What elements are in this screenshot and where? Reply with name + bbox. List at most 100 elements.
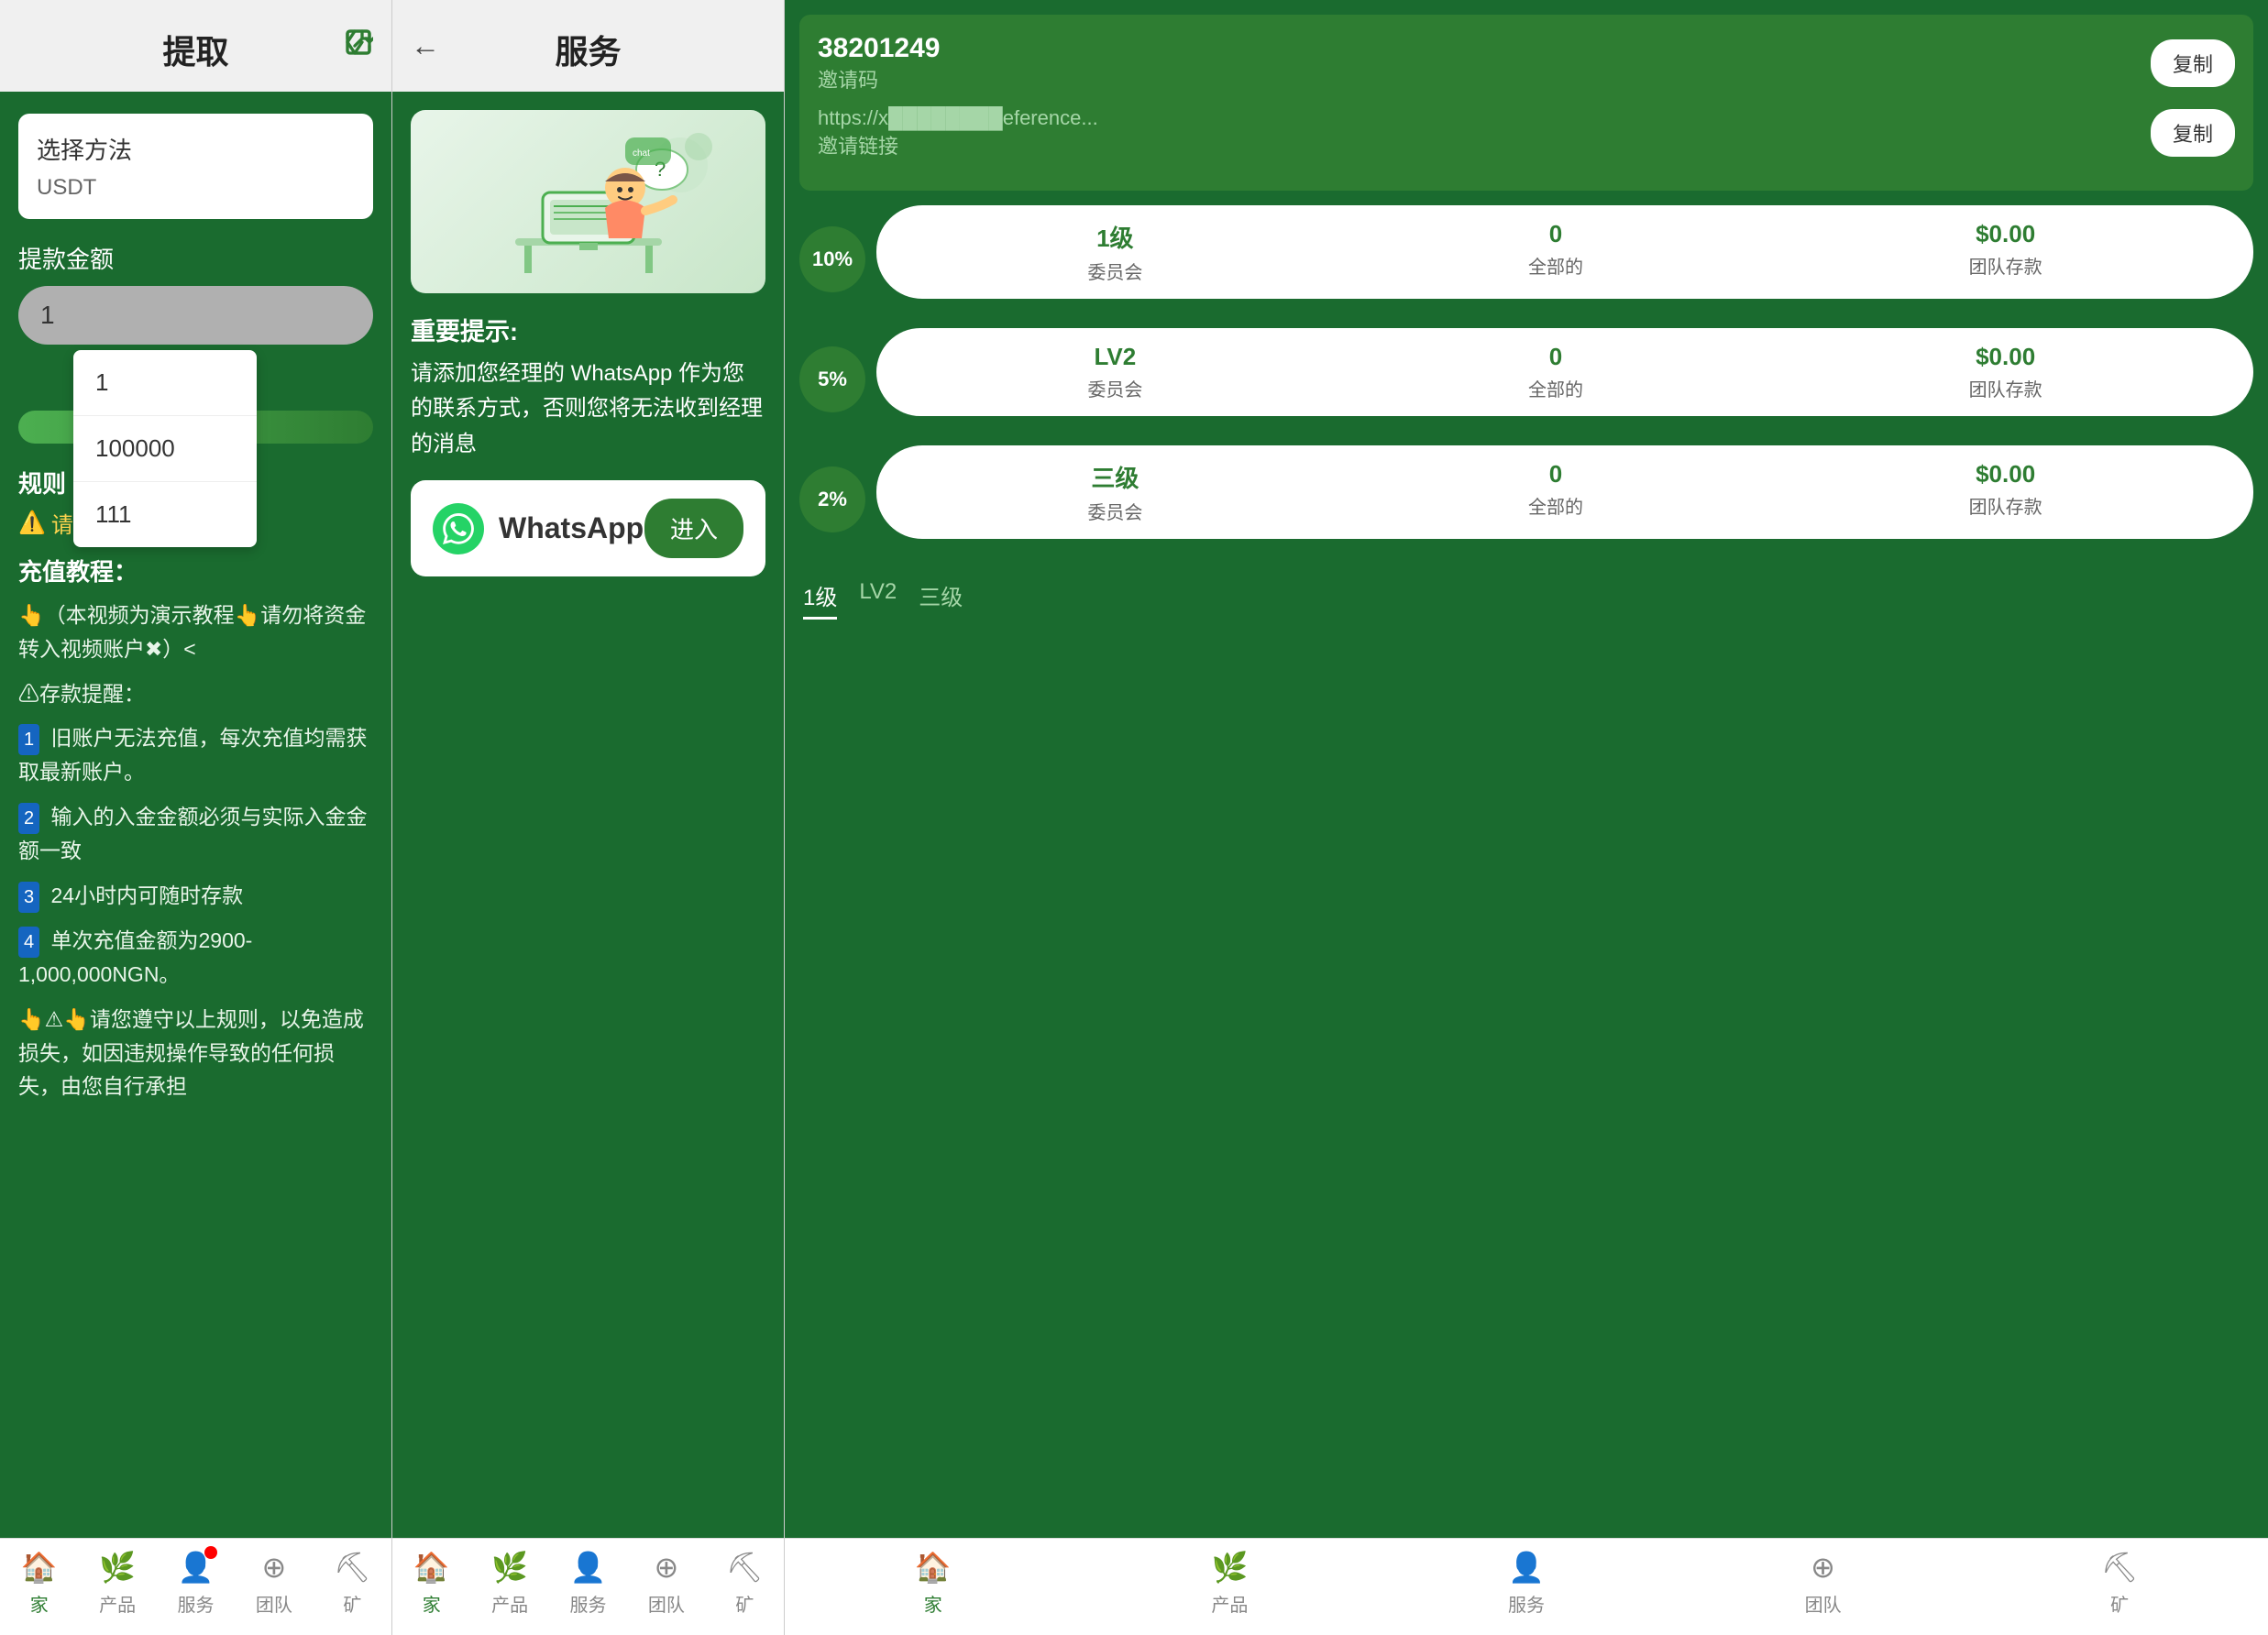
ref-link-row: https://x████████eference... 邀请链接 复制 [818,106,2235,159]
referral-content: 38201249 邀请码 复制 https://x████████eferenc… [785,0,2268,1538]
product-icon-2: 🌿 [491,1550,528,1585]
mine-icon-3: ⛏ [2101,1550,2139,1585]
ref-code-row: 38201249 邀请码 复制 [818,33,2235,93]
product-icon-1: 🌿 [99,1550,136,1585]
svg-text:chat: chat [633,148,650,159]
service-header: ← 服务 [392,0,784,92]
team-col-level-1: 1级 委员会 [1087,220,1142,284]
team-card-1[interactable]: 1级 委员会 0 全部的 $0.00 团队存款 [876,205,2253,299]
team-info-1: 1级 委员会 0 全部的 $0.00 团队存款 [895,220,2235,284]
amount-wrapper: 1 1 100000 111 [18,286,373,345]
nav-mine-2[interactable]: ⛏ 矿 [706,1550,784,1617]
rule-item-6: 4 单次充值金额为2900-1,000,000NGN。 [18,924,373,992]
team-row-3: 2% 三级 委员会 0 全部的 $0.00 团队存款 [799,445,2253,554]
referral-link-label: 邀请链接 [818,130,1098,159]
dropdown-item-2[interactable]: 100000 [73,416,257,482]
team-card-3[interactable]: 三级 委员会 0 全部的 $0.00 团队存款 [876,445,2253,539]
rule-item-1: 👆（本视频为演示教程👆请勿将资金转入视频账户✖）< [18,598,373,666]
referral-panel: 38201249 邀请码 复制 https://x████████eferenc… [785,0,2268,1635]
ref-code-group: 38201249 邀请码 [818,33,940,93]
team-col-amount-3: $0.00 团队存款 [1969,460,2042,524]
team-info-2: LV2 委员会 0 全部的 $0.00 团队存款 [895,343,2235,401]
whatsapp-logo [433,503,484,554]
mine-icon-1: ⛏ [334,1550,371,1585]
team-icon-1: ⊕ [262,1550,287,1585]
home-icon-2: 🏠 [413,1550,450,1585]
enter-button[interactable]: 进入 [644,499,743,558]
withdrawal-panel: 提取 选择方法 USDT 提款金额 1 1 100000 111 [0,0,392,1635]
nav-mine-1[interactable]: ⛏ 矿 [314,1550,391,1617]
withdrawal-header: 提取 [0,0,391,92]
amount-dropdown[interactable]: 1 100000 111 [73,350,257,547]
nav-team-1[interactable]: ⊕ 团队 [235,1550,313,1617]
referral-link: https://x████████eference... [818,106,1098,130]
rules-section: 规则 ⚠️ 请不要使 充值教程： 👆（本视频为演示教程👆请勿将资金转入视频账户✖… [18,466,373,1103]
nav-service-2[interactable]: 👤 服务 [549,1550,627,1617]
dropdown-item-3[interactable]: 111 [73,482,257,547]
tip-text: 请添加您经理的 WhatsApp 作为您的联系方式，否则您将无法收到经理的消息 [411,357,765,462]
amount-label: 提款金额 [18,241,373,275]
team-col-amount-2: $0.00 团队存款 [1969,343,2042,401]
team-card-2[interactable]: LV2 委员会 0 全部的 $0.00 团队存款 [876,328,2253,416]
nav-team-2[interactable]: ⊕ 团队 [627,1550,705,1617]
back-button[interactable]: ← [411,29,440,63]
rule-item-5: 3 24小时内可随时存款 [18,879,373,913]
nav-home-3[interactable]: 🏠 家 [785,1550,1082,1617]
whatsapp-card[interactable]: WhatsApp 进入 [411,480,765,576]
charge-title: 充值教程： [18,554,373,587]
important-tip: 重要提示: 请添加您经理的 WhatsApp 作为您的联系方式，否则您将无法收到… [411,312,765,462]
service-icon-2: 👤 [570,1550,607,1585]
team-col-count-3: 0 全部的 [1528,460,1583,524]
team-col-level-2: LV2 委员会 [1087,343,1142,401]
percent-circle-1: 10% [799,226,865,292]
export-icon[interactable] [344,27,373,64]
team-tabs: 1级 LV2 三级 [799,568,2253,631]
team-col-amount-1: $0.00 团队存款 [1969,220,2042,284]
service-panel: ← 服务 ? chat [392,0,785,1635]
service-illustration: ? chat [411,110,765,293]
nav-product-2[interactable]: 🌿 产品 [470,1550,548,1617]
person-illustration: ? chat [442,119,735,284]
team-icon-2: ⊕ [655,1550,679,1585]
referral-code-card: 38201249 邀请码 复制 https://x████████eferenc… [799,15,2253,191]
nav-home-2[interactable]: 🏠 家 [392,1550,470,1617]
rule-item-4: 2 输入的入金金额必须与实际入金金额一致 [18,800,373,868]
nav-service-3[interactable]: 👤 服务 [1378,1550,1675,1617]
tab-level1[interactable]: 1级 [803,579,837,620]
home-icon-1: 🏠 [21,1550,58,1585]
mine-icon-2: ⛏ [726,1550,764,1585]
amount-input-display[interactable]: 1 [18,286,373,345]
rule-item-3: 1 旧账户无法充值，每次充值均需获取最新账户。 [18,721,373,789]
nav-home-1[interactable]: 🏠 家 [0,1550,78,1617]
rule-item-2: ⚠存款提醒： [18,677,373,711]
service-icon-3: 👤 [1508,1550,1545,1585]
tip-title: 重要提示: [411,312,765,347]
panel3-bottom-nav: 🏠 家 🌿 产品 👤 服务 ⊕ 团队 ⛏ 矿 [785,1538,2268,1635]
team-col-count-2: 0 全部的 [1528,343,1583,401]
team-col-count-1: 0 全部的 [1528,220,1583,284]
panel1-bottom-nav: 🏠 家 🌿 产品 👤 服务 ⊕ 团队 ⛏ 矿 [0,1538,391,1635]
tab-lv2[interactable]: LV2 [859,579,897,620]
percent-circle-2: 5% [799,346,865,412]
nav-mine-3[interactable]: ⛏ 矿 [1971,1550,2268,1617]
select-method-label: 选择方法 [37,132,355,166]
referral-code: 38201249 [818,33,940,64]
tab-level3[interactable]: 三级 [919,579,963,620]
panel2-bottom-nav: 🏠 家 🌿 产品 👤 服务 ⊕ 团队 ⛏ 矿 [392,1538,784,1635]
select-method-box[interactable]: 选择方法 USDT [18,114,373,219]
copy-code-button[interactable]: 复制 [2151,39,2235,87]
nav-product-1[interactable]: 🌿 产品 [78,1550,156,1617]
nav-service-1[interactable]: 👤 服务 [157,1550,235,1617]
dropdown-item-1[interactable]: 1 [73,350,257,416]
whatsapp-label: WhatsApp [499,511,644,545]
select-method-value: USDT [37,175,355,201]
copy-link-button[interactable]: 复制 [2151,109,2235,157]
withdrawal-content: 选择方法 USDT 提款金额 1 1 100000 111 规则 ⚠️ 请不要使… [0,92,391,1538]
nav-team-3[interactable]: ⊕ 团队 [1675,1550,1972,1617]
percent-circle-3: 2% [799,466,865,532]
team-icon-3: ⊕ [1811,1550,1835,1585]
product-icon-3: 🌿 [1211,1550,1248,1585]
nav-product-3[interactable]: 🌿 产品 [1082,1550,1379,1617]
team-row-2: 5% LV2 委员会 0 全部的 $0.00 团队存款 [799,328,2253,431]
team-row-1: 10% 1级 委员会 0 全部的 $0.00 团队存款 [799,205,2253,313]
